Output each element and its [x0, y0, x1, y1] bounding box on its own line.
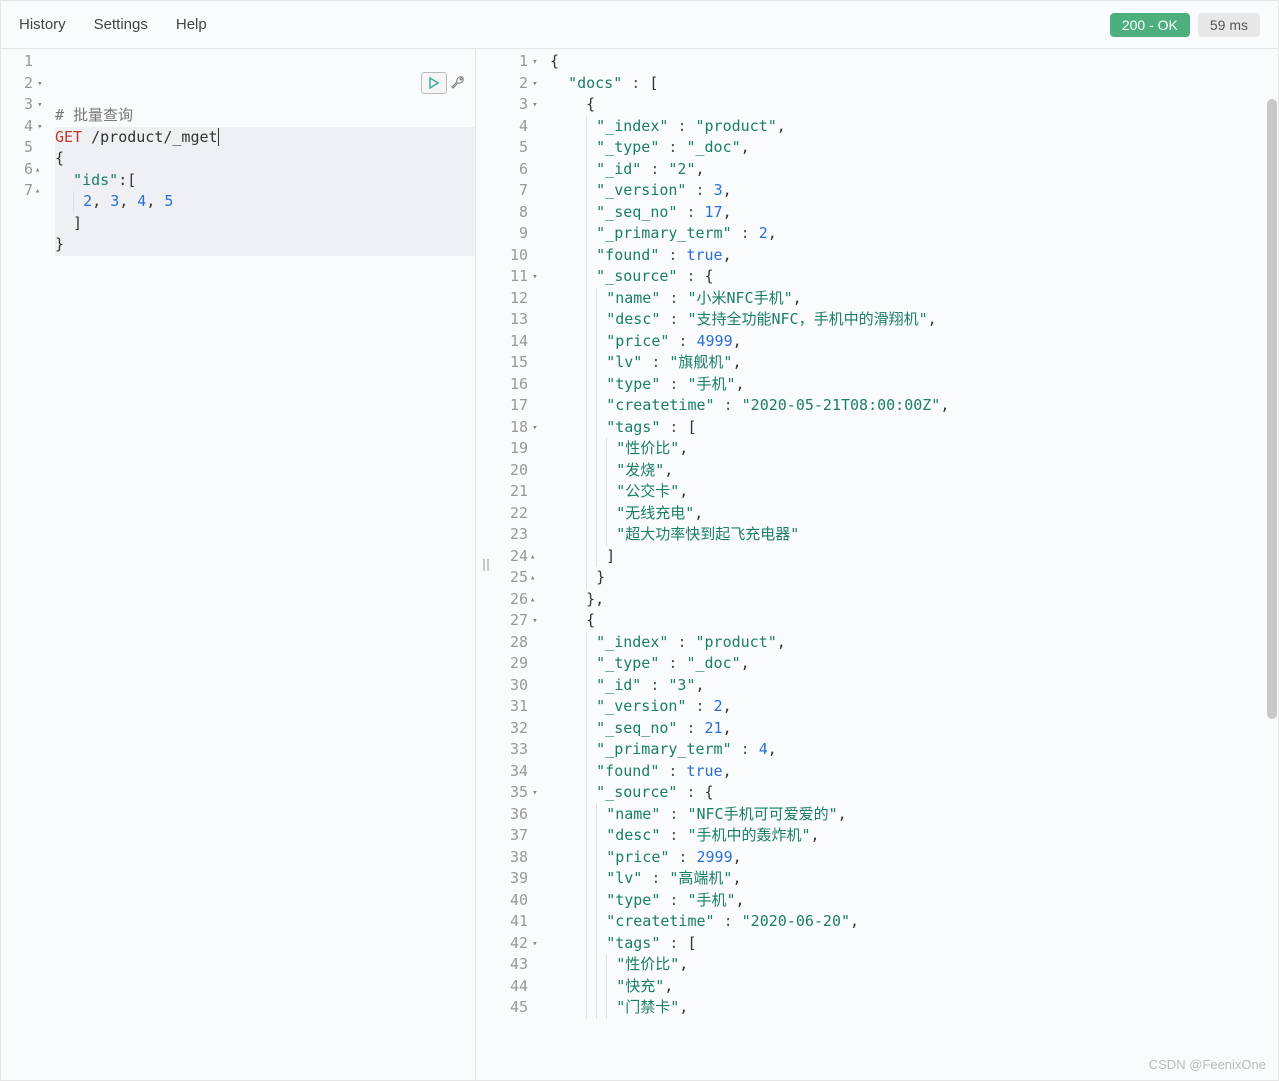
- response-scrollbar[interactable]: [1266, 49, 1278, 1080]
- watermark: CSDN @FeenixOne: [1149, 1057, 1266, 1072]
- menu: History Settings Help: [19, 16, 207, 33]
- status-badge: 200 - OK: [1110, 13, 1190, 37]
- scrollbar-thumb[interactable]: [1267, 99, 1277, 719]
- splitter-icon: [482, 557, 490, 573]
- menu-settings[interactable]: Settings: [94, 16, 148, 33]
- app-root: History Settings Help 200 - OK 59 ms 123…: [0, 0, 1279, 1081]
- topbar: History Settings Help 200 - OK 59 ms: [1, 1, 1278, 49]
- main: 1234567 # 批量查询GET /product/_mget{ "ids":…: [1, 49, 1278, 1080]
- menu-help[interactable]: Help: [176, 16, 207, 33]
- pane-splitter[interactable]: [476, 49, 496, 1080]
- status-area: 200 - OK 59 ms: [1110, 13, 1260, 37]
- response-gutter: 1234567891011121314151617181920212223242…: [496, 49, 536, 1080]
- request-gutter: 1234567: [1, 49, 41, 1080]
- wrench-button[interactable]: [447, 72, 469, 94]
- run-button[interactable]: [421, 72, 447, 94]
- menu-history[interactable]: History: [19, 16, 66, 33]
- wrench-icon: [450, 75, 466, 91]
- response-pane: 1234567891011121314151617181920212223242…: [496, 49, 1278, 1080]
- play-icon: [428, 77, 440, 89]
- latency-badge: 59 ms: [1198, 13, 1260, 37]
- response-viewer[interactable]: { "docs" : [ { "_index" : "product", "_t…: [536, 49, 1278, 1080]
- request-editor[interactable]: # 批量查询GET /product/_mget{ "ids":[ 2, 3, …: [41, 49, 475, 1080]
- run-controls: [421, 72, 469, 94]
- request-pane: 1234567 # 批量查询GET /product/_mget{ "ids":…: [1, 49, 476, 1080]
